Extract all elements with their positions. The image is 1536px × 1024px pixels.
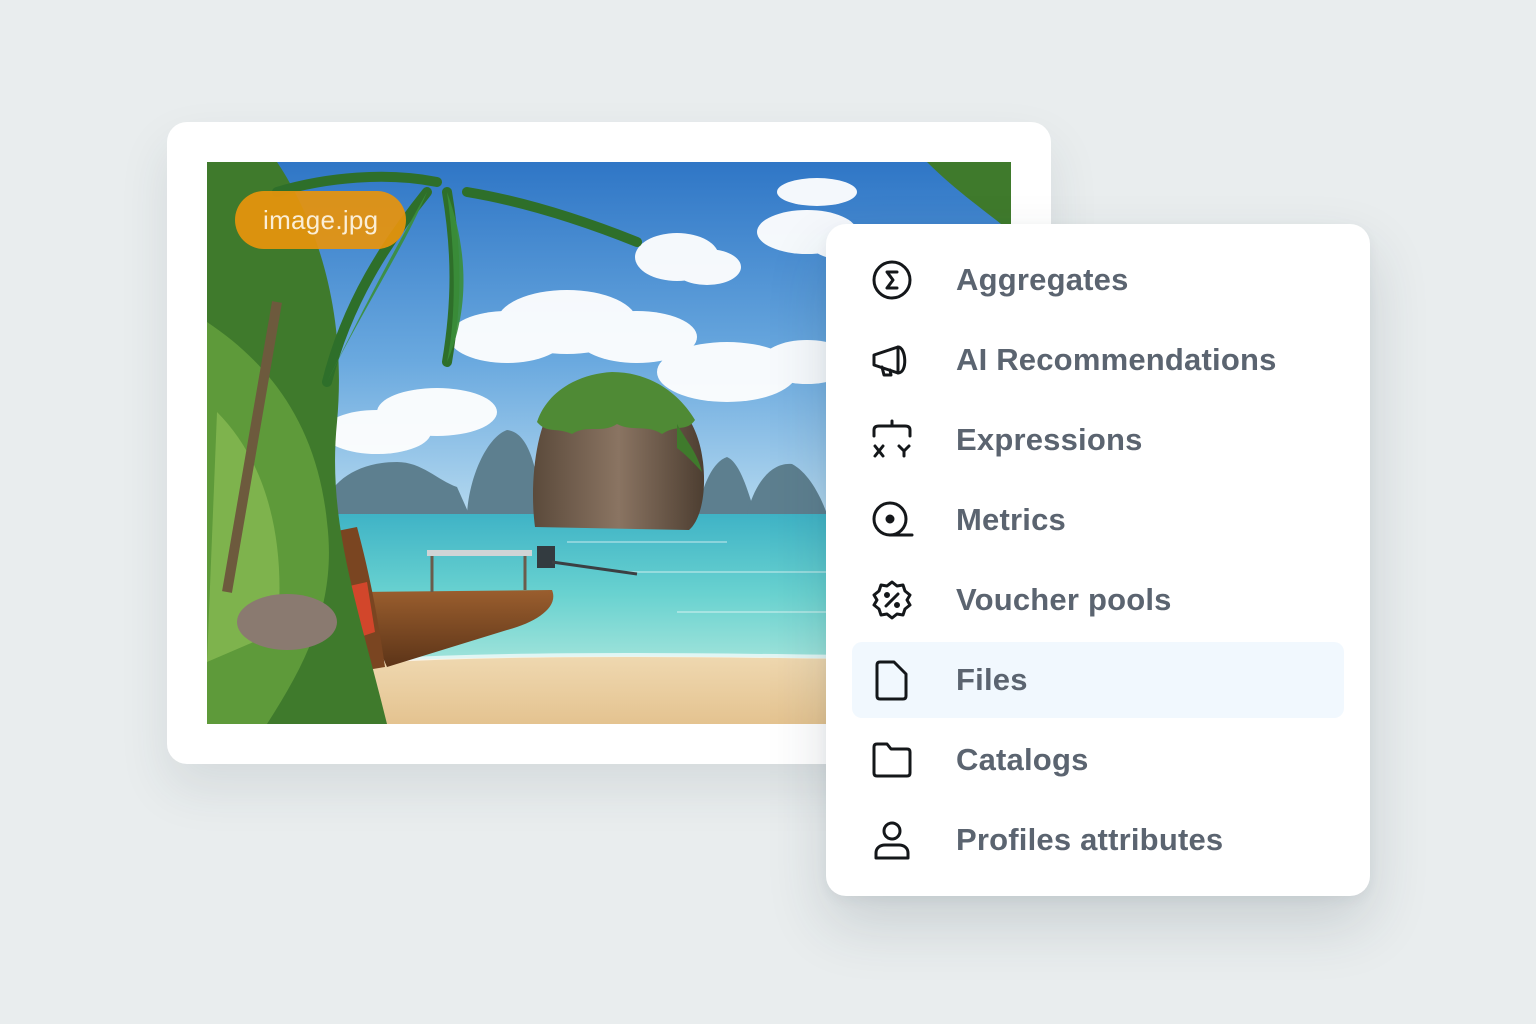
menu-item-profiles-attributes[interactable]: Profiles attributes: [852, 802, 1344, 878]
user-icon: [870, 818, 914, 862]
folder-icon: [870, 738, 914, 782]
file-icon: [870, 658, 914, 702]
menu-item-label: AI Recommendations: [956, 342, 1277, 377]
menu-item-ai-recommendations[interactable]: AI Recommendations: [852, 322, 1344, 398]
menu-item-label: Expressions: [956, 422, 1143, 457]
menu-item-voucher-pools[interactable]: Voucher pools: [852, 562, 1344, 638]
menu-item-label: Voucher pools: [956, 582, 1172, 617]
menu-item-label: Files: [956, 662, 1028, 697]
menu-item-expressions[interactable]: Expressions: [852, 402, 1344, 478]
menu-item-metrics[interactable]: Metrics: [852, 482, 1344, 558]
xy-expression-icon: [870, 418, 914, 462]
menu-item-aggregates[interactable]: Aggregates: [852, 242, 1344, 318]
menu-item-label: Aggregates: [956, 262, 1129, 297]
menu-item-label: Catalogs: [956, 742, 1089, 777]
metric-roll-icon: [870, 498, 914, 542]
sigma-circle-icon: [870, 258, 914, 302]
menu-item-label: Metrics: [956, 502, 1066, 537]
file-name-badge: image.jpg: [235, 191, 407, 249]
menu-item-label: Profiles attributes: [956, 822, 1224, 857]
menu-item-files[interactable]: Files: [852, 642, 1344, 718]
source-type-menu: Aggregates AI Recommendations Expression…: [826, 224, 1370, 896]
menu-item-catalogs[interactable]: Catalogs: [852, 722, 1344, 798]
discount-badge-icon: [870, 578, 914, 622]
megaphone-icon: [870, 338, 914, 382]
